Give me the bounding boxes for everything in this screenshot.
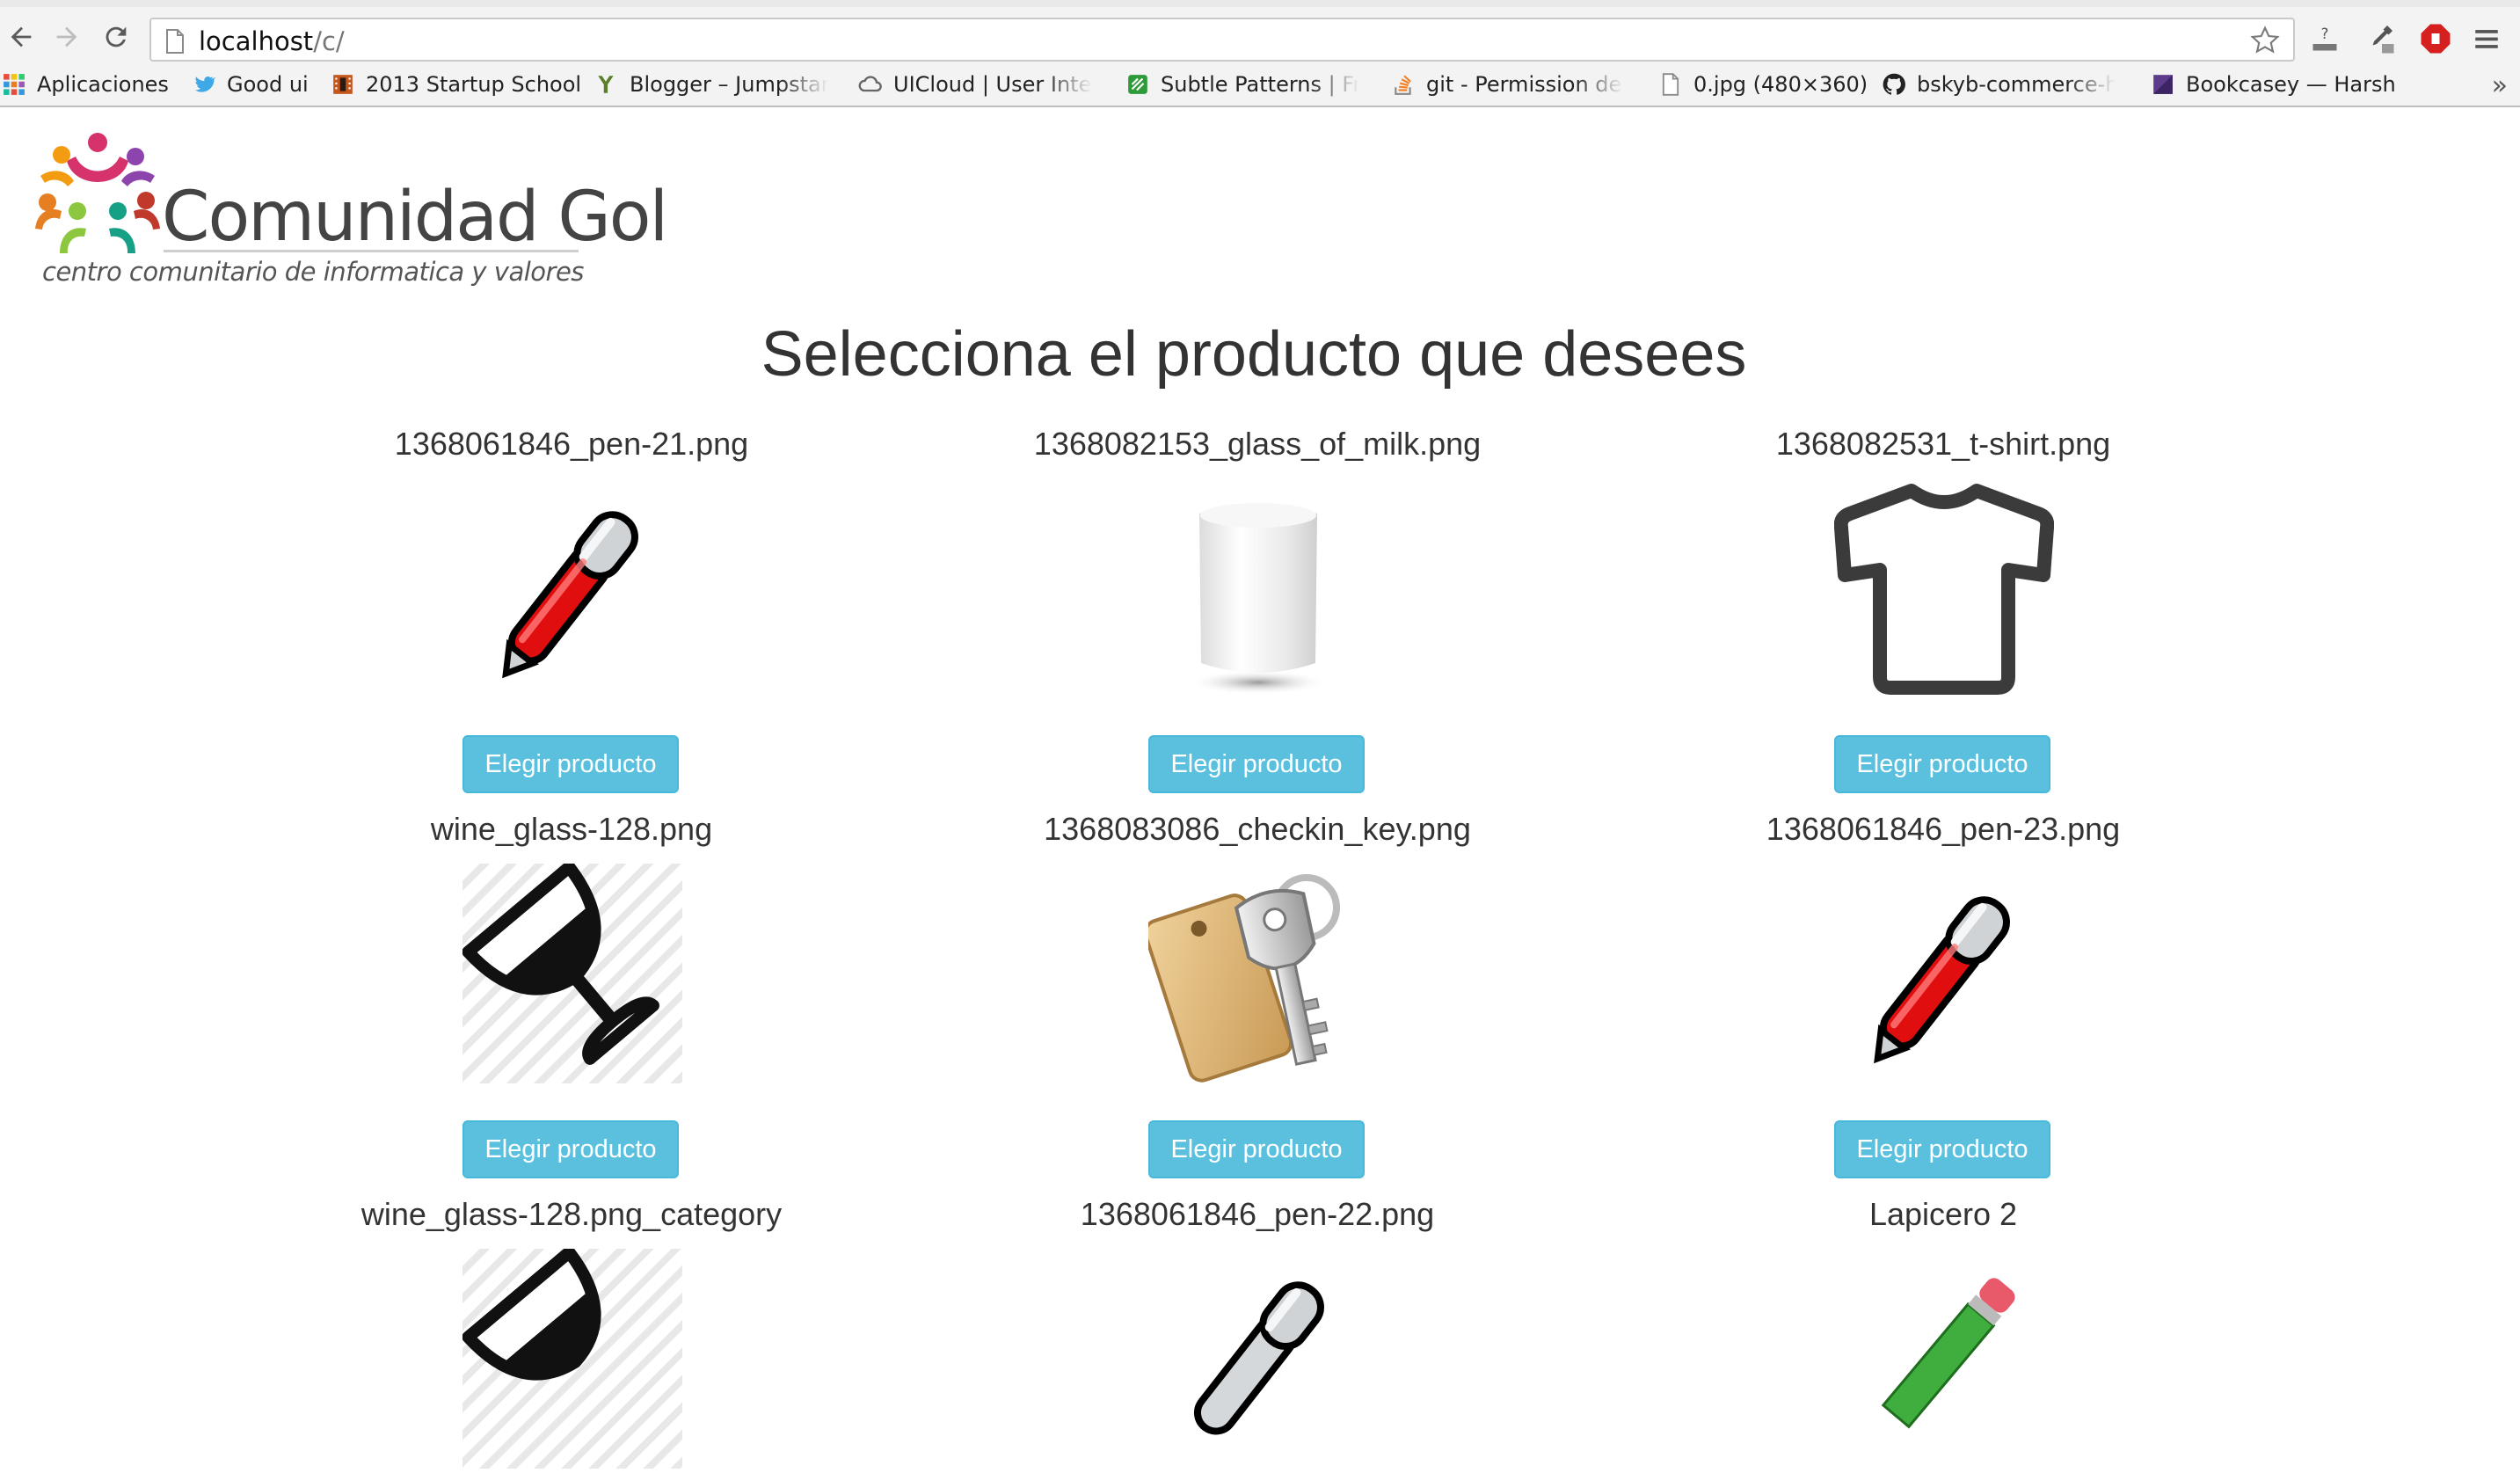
red-pen-icon (502, 511, 638, 679)
wine-glass-icon (462, 1246, 601, 1381)
product-image-checkin-key (1143, 864, 1368, 1083)
extension-download-icon[interactable]: ? (2307, 21, 2342, 56)
product-name: 1368061846_pen-21.png (394, 426, 749, 462)
page-icon (166, 29, 184, 54)
reload-icon (106, 26, 127, 47)
browser-toolbar: localhost/c/ ? (0, 7, 2520, 63)
bookmark-bskyb-commerce[interactable]: bskyb-commerce-he (1882, 63, 2116, 106)
bookmark-label: bskyb-commerce-he (1917, 72, 2116, 97)
page-title: Selecciona el producto que desees (761, 319, 1747, 390)
red-pen-icon (1874, 896, 2010, 1064)
bookmark-label: Aplicaciones (37, 72, 169, 97)
bookmark-label: 0.jpg (480×360) (1693, 72, 1868, 97)
product-image-glass-of-milk (1148, 478, 1368, 698)
product-image-silver-pen (1148, 1249, 1368, 1469)
choose-product-button[interactable]: Elegir producto (1148, 1120, 1365, 1178)
cloud-icon (858, 72, 883, 97)
bookmark-git-permission[interactable]: git - Permission den (1391, 63, 1623, 106)
adblock-extension-icon[interactable] (2418, 21, 2453, 56)
green-pencil-icon (1881, 1278, 2015, 1429)
bookmark-label: Blogger – Jumpstart (630, 72, 828, 97)
bookmark-label: UICloud | User Interf (893, 72, 1092, 97)
choose-product-button[interactable]: Elegir producto (1148, 735, 1365, 793)
bookmark-bookcasey[interactable]: Bookcasey — Harsh (2151, 63, 2396, 106)
url-host: localhost (199, 26, 314, 56)
address-bar[interactable]: localhost/c/ (149, 18, 2295, 62)
bookmarks-bar: Aplicaciones Good ui 2013 Startup School… (0, 63, 2520, 107)
reload-button[interactable] (98, 19, 134, 55)
more-bookmarks-chevron[interactable]: » (2492, 70, 2508, 101)
choose-product-button[interactable]: Elegir producto (1834, 735, 2050, 793)
bookmark-label: Good ui (227, 72, 309, 97)
bookmark-label: Subtle Patterns | Fre (1161, 72, 1359, 97)
wine-glass-icon (462, 861, 659, 1065)
film-icon (331, 72, 355, 97)
bookmark-label: git - Permission den (1426, 72, 1623, 97)
product-image-green-pencil (1834, 1249, 2054, 1469)
product-name: Lapicero 2 (1868, 1196, 2018, 1232)
svg-text:?: ? (2321, 26, 2329, 42)
product-image-red-pen (1834, 864, 2054, 1083)
product-name: 1368061846_pen-22.png (1080, 1196, 1435, 1232)
bookmark-label: 2013 Startup School (366, 72, 582, 97)
product-name: wine_glass-128.png_category (361, 1196, 783, 1232)
bookmark-star-icon[interactable] (2249, 25, 2281, 56)
stack-overflow-icon (1391, 72, 1416, 97)
forward-button[interactable] (49, 19, 84, 55)
product-image-wine-glass (462, 861, 682, 1083)
github-icon (1882, 72, 1906, 97)
choose-product-button[interactable]: Elegir producto (462, 1120, 679, 1178)
product-image-t-shirt (1833, 478, 2055, 698)
product-name: 1368061846_pen-23.png (1766, 811, 2121, 847)
patterns-icon (1125, 72, 1150, 97)
document-icon (1658, 72, 1683, 97)
product-name: 1368082531_t-shirt.png (1775, 426, 2111, 462)
product-name: wine_glass-128.png (430, 811, 713, 847)
forward-arrow-icon (56, 26, 77, 47)
back-button[interactable] (4, 19, 39, 55)
community-people-icon (35, 133, 160, 253)
eyedropper-extension-icon[interactable] (2362, 21, 2397, 56)
browser-menu-icon[interactable] (2469, 21, 2504, 56)
logo-divider (164, 250, 579, 252)
logo-name: Comunidad Gol (162, 178, 668, 257)
bookmark-subtle-patterns[interactable]: Subtle Patterns | Fre (1125, 63, 1359, 106)
site-logo[interactable]: Comunidad Gol centro comunitario de info… (32, 123, 668, 299)
back-arrow-icon (11, 26, 32, 47)
bookmark-uicloud[interactable]: UICloud | User Interf (858, 63, 1092, 106)
bookmark-good-ui[interactable]: Good ui (192, 63, 309, 106)
apps-grid-icon (2, 72, 26, 97)
y-combinator-icon (594, 72, 619, 97)
product-name: 1368083086_checkin_key.png (1044, 811, 1471, 847)
t-shirt-icon (1833, 484, 2055, 695)
product-name: 1368082153_glass_of_milk.png (1033, 426, 1482, 462)
bookmark-label: Bookcasey — Harsh (2186, 72, 2396, 97)
choose-product-button[interactable]: Elegir producto (462, 735, 679, 793)
checkin-key-icon (1143, 874, 1340, 1083)
product-image-wine-glass (462, 1246, 682, 1469)
logo-tagline: centro comunitario de informatica y valo… (42, 257, 584, 287)
product-image-red-pen (462, 478, 682, 698)
bookmark-startup-school[interactable]: 2013 Startup School (331, 63, 581, 106)
url-text: localhost/c/ (199, 26, 345, 56)
purple-square-icon (2151, 72, 2175, 97)
bookmark-0-jpg[interactable]: 0.jpg (480×360) (1658, 63, 1868, 106)
glass-of-milk-icon (1188, 503, 1329, 695)
choose-product-button[interactable]: Elegir producto (1834, 1120, 2050, 1178)
silver-pen-icon (1193, 1281, 1324, 1435)
bookmark-apps[interactable]: Aplicaciones (2, 63, 169, 106)
url-path: /c/ (313, 26, 345, 56)
twitter-bird-icon (192, 72, 216, 97)
bookmark-blogger-jumpstart[interactable]: Blogger – Jumpstart (594, 63, 828, 106)
